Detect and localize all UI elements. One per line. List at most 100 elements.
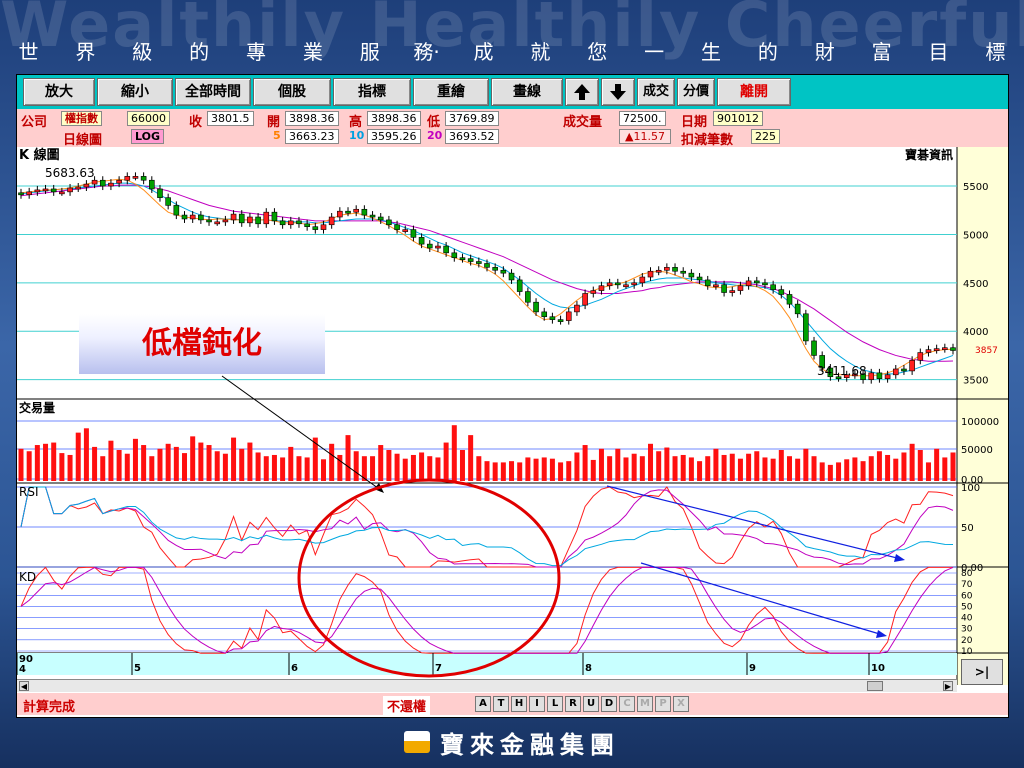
slogan-char: 成	[473, 40, 494, 64]
volume-bar	[631, 453, 637, 481]
volume-bar	[386, 450, 392, 481]
scroll-left-icon[interactable]: ◀	[19, 681, 29, 691]
quote-info-bar: 公司 權指數 66000 收 3801.5 開 3898.36 高 3898.3…	[17, 109, 1008, 148]
kd-tick: 30	[961, 625, 973, 635]
redraw-button[interactable]: 重繪	[413, 78, 489, 106]
ma20-value: 3693.52	[445, 129, 499, 144]
stock-button[interactable]: 個股	[253, 78, 331, 106]
scroll-thumb[interactable]	[867, 681, 883, 691]
volume-bar	[402, 458, 408, 481]
candle	[206, 219, 212, 223]
volume-bar	[198, 442, 204, 481]
candle	[950, 347, 956, 351]
volume-bar	[549, 458, 555, 481]
volume-bar	[435, 457, 441, 481]
candle	[181, 214, 188, 220]
status-btn-i[interactable]: I	[529, 696, 545, 712]
candle	[287, 220, 294, 226]
candle	[247, 216, 253, 224]
volume-bar	[688, 457, 694, 481]
candle	[525, 291, 531, 303]
company-label: 公司	[21, 115, 48, 130]
candle	[83, 183, 90, 188]
volume-bar	[353, 451, 359, 481]
ma5-label: 5	[273, 129, 281, 142]
candle	[116, 179, 122, 184]
jump-to-end-button[interactable]: >|	[961, 659, 1003, 685]
candle	[737, 285, 744, 291]
candle	[655, 269, 662, 273]
volume-bar	[525, 457, 531, 481]
candle	[410, 229, 417, 238]
status-btn-c[interactable]: C	[619, 696, 635, 712]
slogan-char: 一	[644, 40, 665, 64]
adjust-mode[interactable]: 不還權	[383, 696, 431, 715]
volume-tick: 100000	[961, 417, 999, 428]
slogan-char: 您	[587, 40, 608, 64]
horizontal-scrollbar[interactable]: ◀ ▶	[17, 679, 957, 692]
price-distribution-button[interactable]: 分價	[677, 78, 715, 106]
status-btn-p[interactable]: P	[655, 696, 671, 712]
volume-bar	[476, 456, 482, 481]
low-value: 3769.89	[445, 111, 499, 126]
volume-bar	[108, 440, 114, 481]
status-btn-d[interactable]: D	[601, 696, 617, 712]
candle	[337, 210, 343, 218]
zoom-out-button[interactable]: 縮小	[97, 78, 173, 106]
volume-bar	[697, 461, 703, 481]
candle	[173, 205, 180, 216]
volume-bar	[484, 461, 490, 481]
kd-tick: 50	[961, 602, 973, 612]
status-btn-a[interactable]: A	[475, 696, 491, 712]
status-btn-u[interactable]: U	[583, 696, 599, 712]
volume-bar	[92, 446, 98, 481]
status-btn-m[interactable]: M	[637, 696, 653, 712]
volume-bar	[558, 462, 564, 481]
candle	[876, 372, 883, 379]
low-annotation: 3411.68	[817, 364, 867, 378]
x-tick-label: 5	[134, 663, 141, 674]
arrow-up-button[interactable]	[565, 78, 599, 106]
candle	[386, 219, 392, 226]
candle	[451, 252, 458, 258]
trade-button[interactable]: 成交	[637, 78, 675, 106]
candle	[214, 221, 221, 225]
high-annotation: 5683.63	[45, 166, 95, 180]
status-btn-h[interactable]: H	[511, 696, 527, 712]
volume-bar	[729, 453, 735, 481]
log-button[interactable]: LOG	[131, 129, 164, 144]
slogan-char: 務·	[413, 40, 440, 64]
status-btn-l[interactable]: L	[547, 696, 563, 712]
candle	[165, 197, 171, 206]
candle	[933, 348, 940, 351]
volume-bar	[762, 457, 768, 481]
slogan-char: 服	[359, 40, 380, 64]
indicator-button[interactable]: 指標	[333, 78, 411, 106]
volume-bar	[672, 456, 678, 481]
ma20-label: 20	[427, 129, 443, 142]
volume-bar	[214, 451, 220, 481]
x-axis-strip	[17, 653, 957, 675]
draw-line-button[interactable]: 畫線	[491, 78, 563, 106]
kd-tick: 70	[961, 580, 973, 590]
status-btn-t[interactable]: T	[493, 696, 509, 712]
x-tick-label: 10	[871, 663, 885, 674]
slogan-char: 的	[189, 40, 210, 64]
zoom-in-button[interactable]: 放大	[23, 78, 95, 106]
exit-button[interactable]: 離開	[717, 78, 791, 106]
brand-logo-icon	[404, 731, 430, 753]
scroll-right-icon[interactable]: ▶	[943, 681, 953, 691]
ma10-value: 3595.26	[367, 129, 421, 144]
candle	[696, 276, 703, 281]
volume-value: 72500.	[619, 111, 666, 126]
volume-bar	[598, 448, 604, 481]
candle	[435, 245, 441, 249]
rsi-tick: 50	[961, 523, 974, 534]
volume-bar	[124, 453, 130, 481]
volume-bar	[754, 451, 760, 481]
status-btn-r[interactable]: R	[565, 696, 581, 712]
candle	[467, 258, 474, 262]
all-time-button[interactable]: 全部時間	[175, 78, 251, 106]
arrow-down-button[interactable]	[601, 78, 635, 106]
status-btn-x[interactable]: X	[673, 696, 689, 712]
